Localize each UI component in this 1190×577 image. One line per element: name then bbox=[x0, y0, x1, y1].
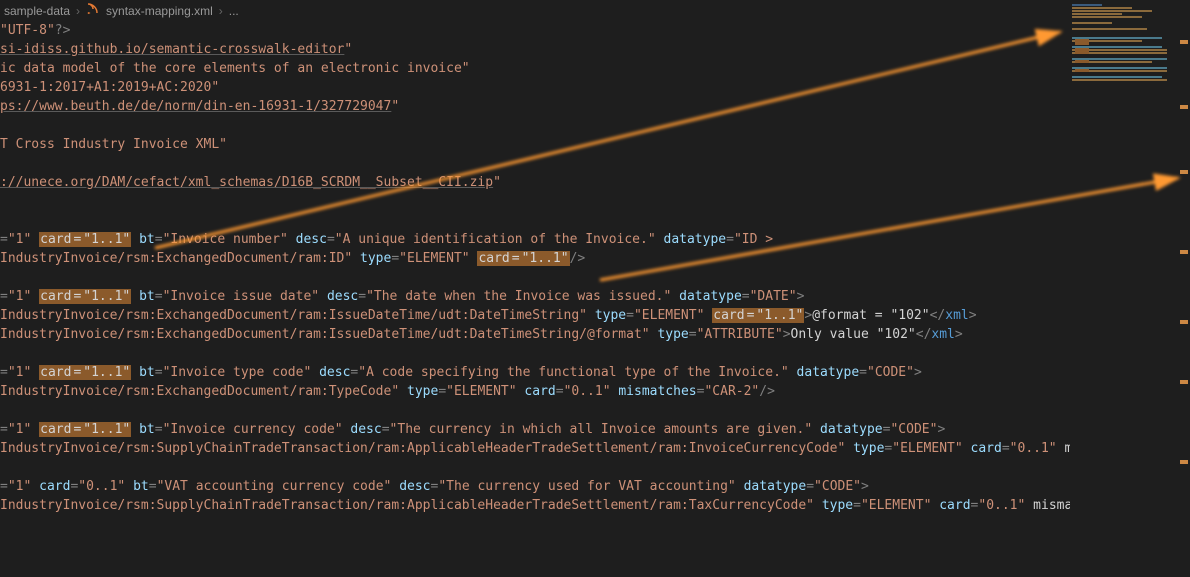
code-line[interactable]: ="1" card="1..1" bt="Invoice type code" … bbox=[0, 363, 1190, 382]
breadcrumb-folder[interactable]: sample-data bbox=[4, 4, 70, 18]
code-line[interactable] bbox=[0, 458, 1190, 477]
code-line[interactable] bbox=[0, 401, 1190, 420]
chevron-right-icon: › bbox=[76, 4, 80, 18]
code-line[interactable] bbox=[0, 268, 1190, 287]
code-line[interactable]: IndustryInvoice/rsm:ExchangedDocument/ra… bbox=[0, 325, 1190, 344]
breadcrumb[interactable]: sample-data › syntax-mapping.xml › ... bbox=[0, 0, 1190, 21]
scrollbar[interactable] bbox=[1176, 0, 1190, 577]
code-line[interactable]: ="1" card="1..1" bt="Invoice issue date"… bbox=[0, 287, 1190, 306]
scrollbar-marker bbox=[1180, 250, 1188, 254]
code-line[interactable]: 6931-1:2017+A1:2019+AC:2020" bbox=[0, 78, 1190, 97]
scrollbar-marker bbox=[1180, 105, 1188, 109]
xml-file-icon bbox=[86, 2, 100, 19]
code-line[interactable]: T Cross Industry Invoice XML" bbox=[0, 135, 1190, 154]
code-line[interactable]: IndustryInvoice/rsm:ExchangedDocument/ra… bbox=[0, 382, 1190, 401]
code-line[interactable]: si-idiss.github.io/semantic-crosswalk-ed… bbox=[0, 40, 1190, 59]
code-line[interactable]: ="1" card="1..1" bt="Invoice number" des… bbox=[0, 230, 1190, 249]
scrollbar-marker bbox=[1180, 320, 1188, 324]
code-line[interactable]: ="1" card="0..1" bt="VAT accounting curr… bbox=[0, 477, 1190, 496]
code-line[interactable] bbox=[0, 192, 1190, 211]
code-line[interactable] bbox=[0, 116, 1190, 135]
chevron-right-icon: › bbox=[219, 4, 223, 18]
code-line[interactable] bbox=[0, 154, 1190, 173]
code-line[interactable] bbox=[0, 211, 1190, 230]
scrollbar-marker bbox=[1180, 40, 1188, 44]
minimap[interactable] bbox=[1070, 0, 1190, 577]
code-line[interactable]: IndustryInvoice/rsm:SupplyChainTradeTran… bbox=[0, 496, 1190, 515]
code-line[interactable]: ://unece.org/DAM/cefact/xml_schemas/D16B… bbox=[0, 173, 1190, 192]
breadcrumb-file[interactable]: syntax-mapping.xml bbox=[106, 4, 213, 18]
code-line[interactable] bbox=[0, 344, 1190, 363]
code-editor[interactable]: "UTF-8"?>si-idiss.github.io/semantic-cro… bbox=[0, 21, 1190, 515]
code-line[interactable]: IndustryInvoice/rsm:ExchangedDocument/ra… bbox=[0, 306, 1190, 325]
code-line[interactable]: ="1" card="1..1" bt="Invoice currency co… bbox=[0, 420, 1190, 439]
code-line[interactable]: "UTF-8"?> bbox=[0, 21, 1190, 40]
scrollbar-marker bbox=[1180, 380, 1188, 384]
scrollbar-marker bbox=[1180, 460, 1188, 464]
code-line[interactable]: ic data model of the core elements of an… bbox=[0, 59, 1190, 78]
breadcrumb-more[interactable]: ... bbox=[229, 4, 239, 18]
code-line[interactable]: IndustryInvoice/rsm:SupplyChainTradeTran… bbox=[0, 439, 1190, 458]
code-line[interactable]: ps://www.beuth.de/de/norm/din-en-16931-1… bbox=[0, 97, 1190, 116]
code-line[interactable]: IndustryInvoice/rsm:ExchangedDocument/ra… bbox=[0, 249, 1190, 268]
scrollbar-marker bbox=[1180, 170, 1188, 174]
